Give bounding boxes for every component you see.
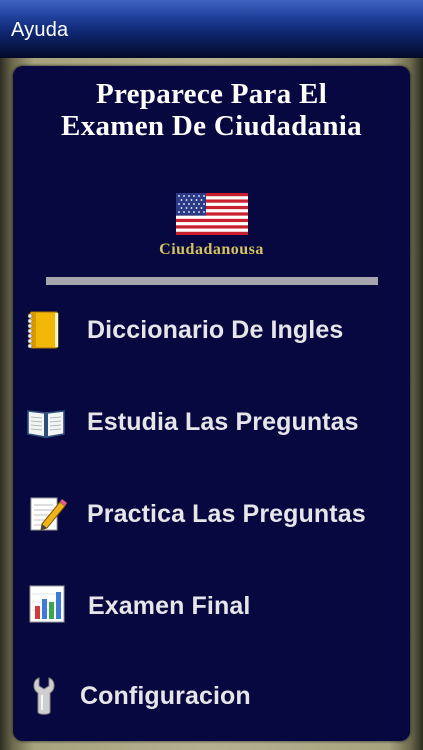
menu-label-practice: Practica Las Preguntas <box>87 500 366 528</box>
menu-item-study[interactable]: Estudia Las Preguntas <box>14 388 409 458</box>
divider <box>46 277 378 285</box>
help-button[interactable]: Ayuda <box>11 19 68 42</box>
us-flag-icon <box>176 193 248 235</box>
menu-item-final-exam[interactable]: Examen Final <box>14 571 409 641</box>
navigation-bar: Ayuda <box>0 0 423 58</box>
page-title: Preparece Para El Examen De Ciudadania <box>0 78 423 142</box>
brand-name: Ciudadanousa <box>159 241 264 258</box>
menu-label-study: Estudia Las Preguntas <box>87 408 359 436</box>
notebook-icon <box>27 311 59 349</box>
menu-item-dictionary[interactable]: Diccionario De Ingles <box>14 297 409 367</box>
menu-label-settings: Configuracion <box>80 682 251 710</box>
open-book-icon <box>27 410 65 438</box>
title-line-1: Preparece Para El <box>95 78 328 110</box>
menu-item-practice[interactable]: Practica Las Preguntas <box>14 480 409 550</box>
memo-pencil-icon <box>30 497 67 531</box>
wrench-icon <box>33 677 55 715</box>
menu-label-final-exam: Examen Final <box>88 592 251 620</box>
bar-chart-icon <box>29 585 65 623</box>
title-line-2: Examen De Ciudadania <box>61 110 362 142</box>
menu-label-dictionary: Diccionario De Ingles <box>87 316 344 344</box>
menu-item-settings[interactable]: Configuracion <box>14 662 409 732</box>
